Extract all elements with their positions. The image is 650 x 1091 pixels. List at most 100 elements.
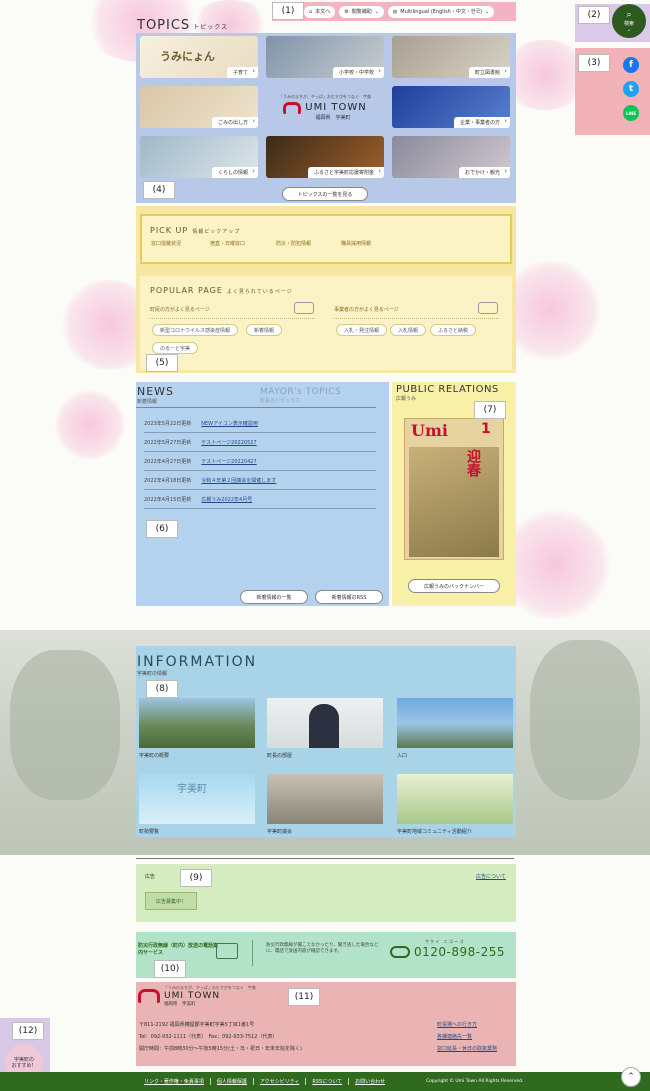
region-label: (7) — [474, 401, 506, 419]
popular-panel: POPULAR PAGE よく見られているページ 町民の方がよく見るページ 事業者… — [140, 276, 512, 370]
popular-tag[interactable]: 入札・発注情報 — [336, 324, 388, 336]
popular-tag[interactable]: 新型コロナウイルス感染症情報 — [152, 324, 239, 336]
info-photo-community[interactable] — [397, 774, 513, 824]
region-label: (8) — [146, 680, 178, 698]
bottom-link[interactable]: アクセシビリティ — [252, 1078, 305, 1085]
news-item[interactable]: 2022年4月27日更新 テストページ20220427 — [144, 453, 376, 471]
pickup-link-recruit[interactable]: 職員採用情報 — [341, 240, 371, 247]
topic-tile-furusato[interactable]: ふるさと宇美町応援寄附金 — [266, 136, 384, 178]
utility-bar: ⌂ 本文へ ⚙ 閲覧補助 ⌄ ◍ Multilingual (English・中… — [272, 2, 516, 21]
news-rss-button[interactable]: 新着情報のRSS — [315, 590, 383, 604]
gear-icon: ⚙ — [344, 8, 349, 15]
town-emblem-icon — [283, 101, 302, 114]
info-label[interactable]: 宇美町地域コミュニティ活動紹介 — [397, 828, 472, 835]
info-photo-council[interactable] — [267, 774, 383, 824]
multilingual-button[interactable]: ◍ Multilingual (English・中文・한국) ⌄ — [387, 5, 495, 18]
mayor-figure — [309, 704, 339, 748]
region-label: (6) — [146, 520, 178, 538]
pickup-link-night-counter[interactable]: 宿直・日曜窓口 — [210, 240, 245, 247]
bousai-title: 防災行政無線（町内）放送の電話案内サービス — [138, 943, 219, 956]
info-label[interactable]: 町勢要覧 — [139, 828, 159, 835]
pickup-link-disaster[interactable]: 防災・防犯情報 — [276, 240, 311, 247]
ad-banner[interactable]: 広告募集中！ — [145, 892, 197, 910]
bousai-phone-number[interactable]: 0120-898-255 — [414, 945, 505, 959]
topic-tile-schools[interactable]: 小学校・中学校 — [266, 36, 384, 78]
popular-tag[interactable]: ふるさと納税 — [430, 324, 477, 336]
info-label[interactable]: 宇美町議会 — [267, 828, 292, 835]
cherry-blossom-decoration — [500, 510, 610, 620]
pickup-link-counter-status[interactable]: 窓口混雑状況 — [151, 240, 181, 247]
arrow-up-icon[interactable]: ⌃ — [621, 1067, 641, 1087]
news-list-button[interactable]: 新着情報の一覧 — [240, 590, 308, 604]
region-label: (3) — [578, 54, 610, 72]
chevron-down-icon: ⌄ — [626, 26, 632, 33]
pr-magazine-cover[interactable]: Umi 1 迎春 — [404, 418, 504, 560]
topic-tile-tourism[interactable]: おでかけ・観光 — [392, 136, 510, 178]
region-label: (12) — [12, 1022, 44, 1040]
info-photo-mayor[interactable] — [267, 698, 383, 748]
ads-label: 広告 — [145, 874, 156, 880]
info-label[interactable]: 宇美町の概要 — [139, 752, 169, 759]
info-photo-overview[interactable] — [139, 698, 255, 748]
facebook-icon[interactable]: f — [623, 57, 639, 73]
news-item[interactable]: 2023年5月22日更新 NEWアイコン表示確認用 — [144, 415, 376, 433]
section-divider — [136, 858, 514, 859]
footer-link[interactable]: 窓口延長・休日の取扱業務 — [437, 1045, 497, 1052]
topics-title: TOPICS トピックス — [137, 18, 229, 33]
region-label: (2) — [578, 6, 610, 24]
copyright: Copyright © Umi Town All Rights Reserved… — [426, 1079, 524, 1084]
bottom-bar: リンク・著作権・免責事項 個人情報保護 アクセシビリティ RSSについて お問い… — [0, 1072, 650, 1091]
skip-to-main-button[interactable]: ⌂ 本文へ — [304, 5, 336, 18]
topic-tile-business[interactable]: 企業・事業者の方 — [392, 86, 510, 128]
scenery-tree-right — [530, 640, 640, 800]
popular-residents-heading: 町民の方がよく見るページ — [150, 307, 210, 313]
magazine-illustration — [409, 447, 499, 557]
news-item[interactable]: 2022年4月15日更新 広報うみ2022年4月号 — [144, 491, 376, 509]
bottom-link[interactable]: RSSについて — [305, 1078, 348, 1085]
popular-tag[interactable]: のるーと宇美 — [152, 342, 199, 354]
news-tab-underline — [136, 407, 376, 408]
info-label[interactable]: 町長の部屋 — [267, 752, 292, 759]
globe-icon: ◍ — [392, 8, 398, 15]
region-label: (9) — [180, 869, 212, 887]
region-label: (4) — [143, 181, 175, 199]
topic-tile-library[interactable]: 町立図書館 — [392, 36, 510, 78]
bottom-links: リンク・著作権・免責事項 個人情報保護 アクセシビリティ RSSについて お問い… — [138, 1078, 391, 1085]
footer-logo: 「うみのまちが、やっぱ」おむすびをつなぐ 宇美 UMI TOWN 福岡県 宇美町 — [138, 985, 256, 1007]
popular-divider — [334, 318, 499, 319]
news-title: NEWS 新着情報 — [137, 385, 175, 405]
search-icon: ⌕ — [626, 9, 632, 20]
popular-tag[interactable]: 新着情報 — [246, 324, 283, 336]
footer-link[interactable]: 各課連絡先一覧 — [437, 1033, 472, 1040]
mayor-topics-tab[interactable]: MAYOR's TOPICS 町長のトピックス — [260, 387, 341, 404]
bottom-link[interactable]: お問い合わせ — [348, 1078, 391, 1085]
popular-tag[interactable]: 入札情報 — [390, 324, 427, 336]
region-label: (5) — [146, 354, 178, 372]
bottom-link[interactable]: リンク・著作権・免責事項 — [138, 1078, 210, 1085]
business-icon — [478, 302, 498, 314]
pr-title: PUBLIC RELATIONS 広報うみ — [396, 384, 499, 402]
pickup-panel: PICK UP 情報ピックアップ — [140, 214, 512, 264]
info-photo-town-guide[interactable]: 宇美町 — [139, 774, 255, 824]
information-title: INFORMATION 宇美町の情報 — [137, 654, 258, 677]
line-icon[interactable]: LINE — [623, 105, 639, 121]
info-label[interactable]: 入口 — [397, 752, 407, 759]
pr-backnumber-button[interactable]: 広報うみのバックナンバー — [408, 579, 500, 593]
residents-icon — [294, 302, 314, 314]
news-item[interactable]: 2022年5月27日更新 テストページ20220527 — [144, 434, 376, 452]
topic-tile-living[interactable]: くらしの情報 — [140, 136, 258, 178]
ads-about-link[interactable]: 広告について — [476, 873, 506, 880]
topics-more-button[interactable]: トピックスの一覧を見る — [282, 187, 368, 201]
footer-link[interactable]: 町役場への行き方 — [437, 1021, 477, 1028]
info-photo-entrance[interactable] — [397, 698, 513, 748]
chevron-down-icon: ⌄ — [374, 8, 379, 15]
chevron-down-icon: ⌄ — [485, 8, 490, 15]
topic-tile-garbage[interactable]: ごみの出し方 — [140, 86, 258, 128]
news-item[interactable]: 2022年4月18日更新 令和４年第２回議会を開催します — [144, 472, 376, 490]
search-button[interactable]: ⌕ 検索 ⌄ — [612, 4, 646, 38]
twitter-icon[interactable]: t — [623, 81, 639, 97]
town-emblem-icon — [138, 989, 160, 1003]
bottom-link[interactable]: 個人情報保護 — [209, 1078, 253, 1085]
view-assist-button[interactable]: ⚙ 閲覧補助 ⌄ — [339, 5, 384, 18]
topic-tile-childcare[interactable]: うみにょん 子育て — [140, 36, 258, 78]
